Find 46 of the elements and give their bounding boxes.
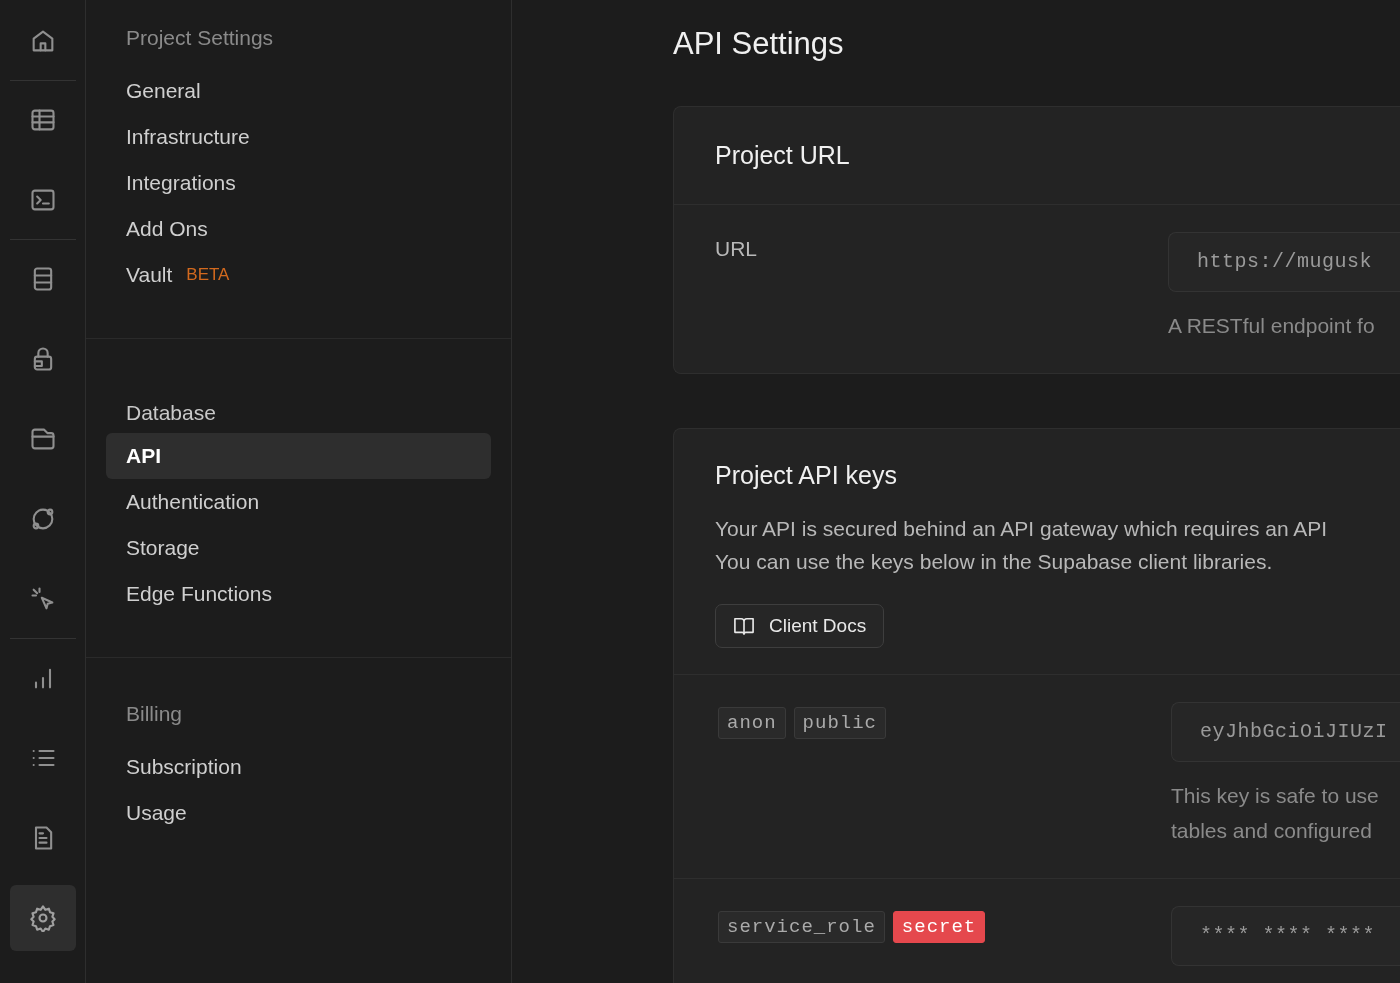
menu-item[interactable]: Subscription <box>106 744 491 790</box>
menu-item-label: Edge Functions <box>126 582 272 606</box>
secret-badge: secret <box>892 911 986 943</box>
menu-item-label: Integrations <box>126 171 236 195</box>
menu-item-label: Usage <box>126 801 187 825</box>
menu-item[interactable]: Edge Functions <box>106 571 491 617</box>
menu-item[interactable]: Usage <box>106 790 491 836</box>
menu-item-label: General <box>126 79 201 103</box>
help-text: A RESTful endpoint fo <box>1168 313 1376 339</box>
input-field[interactable]: eyJhbGciOiJIUzI <box>1171 702 1400 762</box>
input-field[interactable]: **** **** **** <box>1171 906 1400 966</box>
section-heading: Project Settings <box>125 25 275 51</box>
menu-item[interactable]: Infrastructure <box>106 114 491 160</box>
menu-item-label: Infrastructure <box>126 125 250 149</box>
menu-item[interactable]: API <box>106 433 491 479</box>
menu-item[interactable]: Vault BETA <box>106 252 491 298</box>
menu-item[interactable]: Authentication <box>106 479 491 525</box>
section-heading: Billing <box>125 701 184 727</box>
input-field[interactable]: https://mugusk <box>1168 232 1400 292</box>
beta-label: BETA <box>186 265 230 285</box>
key-tag: public <box>793 707 887 739</box>
menu-item-label: Add Ons <box>126 217 208 241</box>
card-title: Project URL <box>674 107 1400 205</box>
section-heading: Database <box>125 400 217 426</box>
description-text: You can use the keys below in the Supabase client libraries. <box>715 549 1274 575</box>
key-tag: service_role <box>718 911 885 943</box>
menu-item[interactable]: Integrations <box>106 160 491 206</box>
menu-item-label: Authentication <box>126 490 260 514</box>
field-label: URL <box>715 236 758 262</box>
description-text: Your API is secured behind an API gateway which requires an API <box>715 516 1329 542</box>
settings-icon <box>28 904 57 932</box>
help-text: tables and configured <box>1171 818 1373 844</box>
help-text: This key is safe to use <box>1171 783 1380 809</box>
book-icon <box>733 616 755 636</box>
menu-item-label: Subscription <box>126 755 242 779</box>
menu-item[interactable]: Storage <box>106 525 491 571</box>
page-title: API Settings <box>673 26 845 62</box>
client-docs-button[interactable]: Client Docs <box>715 604 885 648</box>
menu-item-label: Vault <box>126 263 173 287</box>
menu-item-label: Storage <box>126 536 200 560</box>
menu-item[interactable]: Add Ons <box>106 206 491 252</box>
nav-button[interactable] <box>9 885 76 951</box>
menu-item[interactable]: General <box>106 68 491 114</box>
key-tag: anon <box>718 707 786 739</box>
card-title: Project API keys <box>715 461 899 490</box>
menu-item-label: API <box>126 444 161 468</box>
